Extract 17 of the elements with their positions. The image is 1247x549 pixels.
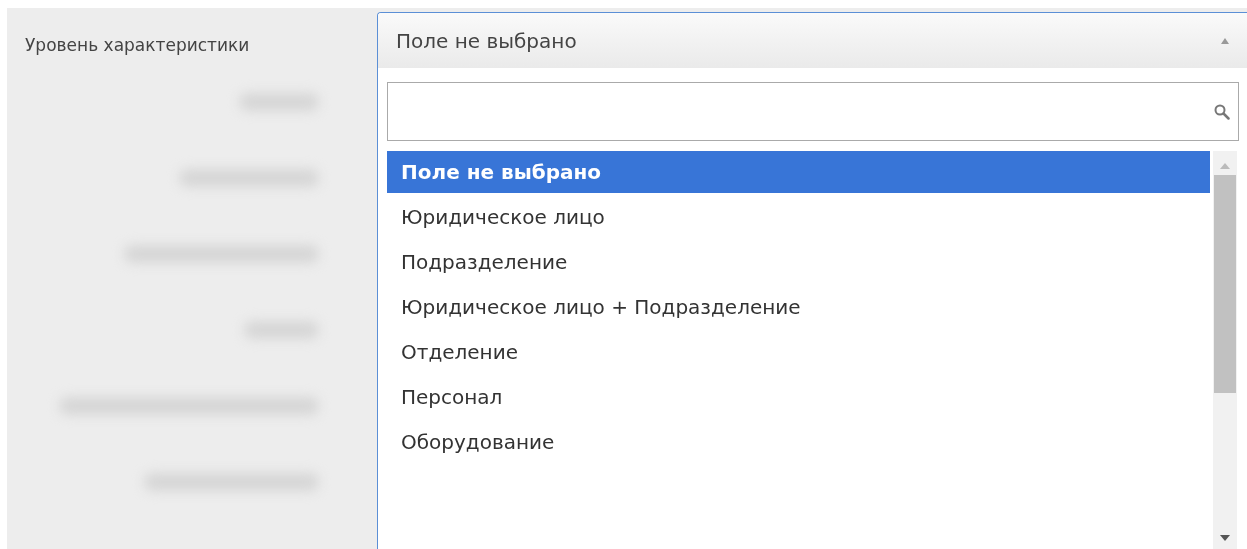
dropdown-select[interactable]: Поле не выбрано xyxy=(378,13,1247,68)
dropdown-option[interactable]: Поле не выбрано xyxy=(387,151,1210,193)
scroll-down-icon xyxy=(1220,535,1230,541)
field-label: Уровень характеристики xyxy=(25,35,250,55)
dropdown-option[interactable]: Отделение xyxy=(387,331,1210,373)
dropdown-option[interactable]: Оборудование xyxy=(387,421,1210,463)
scroll-up-icon xyxy=(1220,163,1230,169)
dropdown-value: Поле не выбрано xyxy=(396,28,578,53)
caret-up-icon xyxy=(1221,37,1229,44)
dropdown-option[interactable]: Юридическое лицо + Подразделение xyxy=(387,286,1210,328)
scrollbar-thumb[interactable] xyxy=(1214,175,1236,393)
scrollbar[interactable] xyxy=(1213,151,1237,549)
search-icon xyxy=(1214,103,1230,120)
dropdown-option[interactable]: Подразделение xyxy=(387,241,1210,283)
search-field[interactable] xyxy=(387,82,1239,141)
dropdown-option[interactable]: Персонал xyxy=(387,376,1210,418)
dropdown-option[interactable]: Юридическое лицо xyxy=(387,196,1210,238)
